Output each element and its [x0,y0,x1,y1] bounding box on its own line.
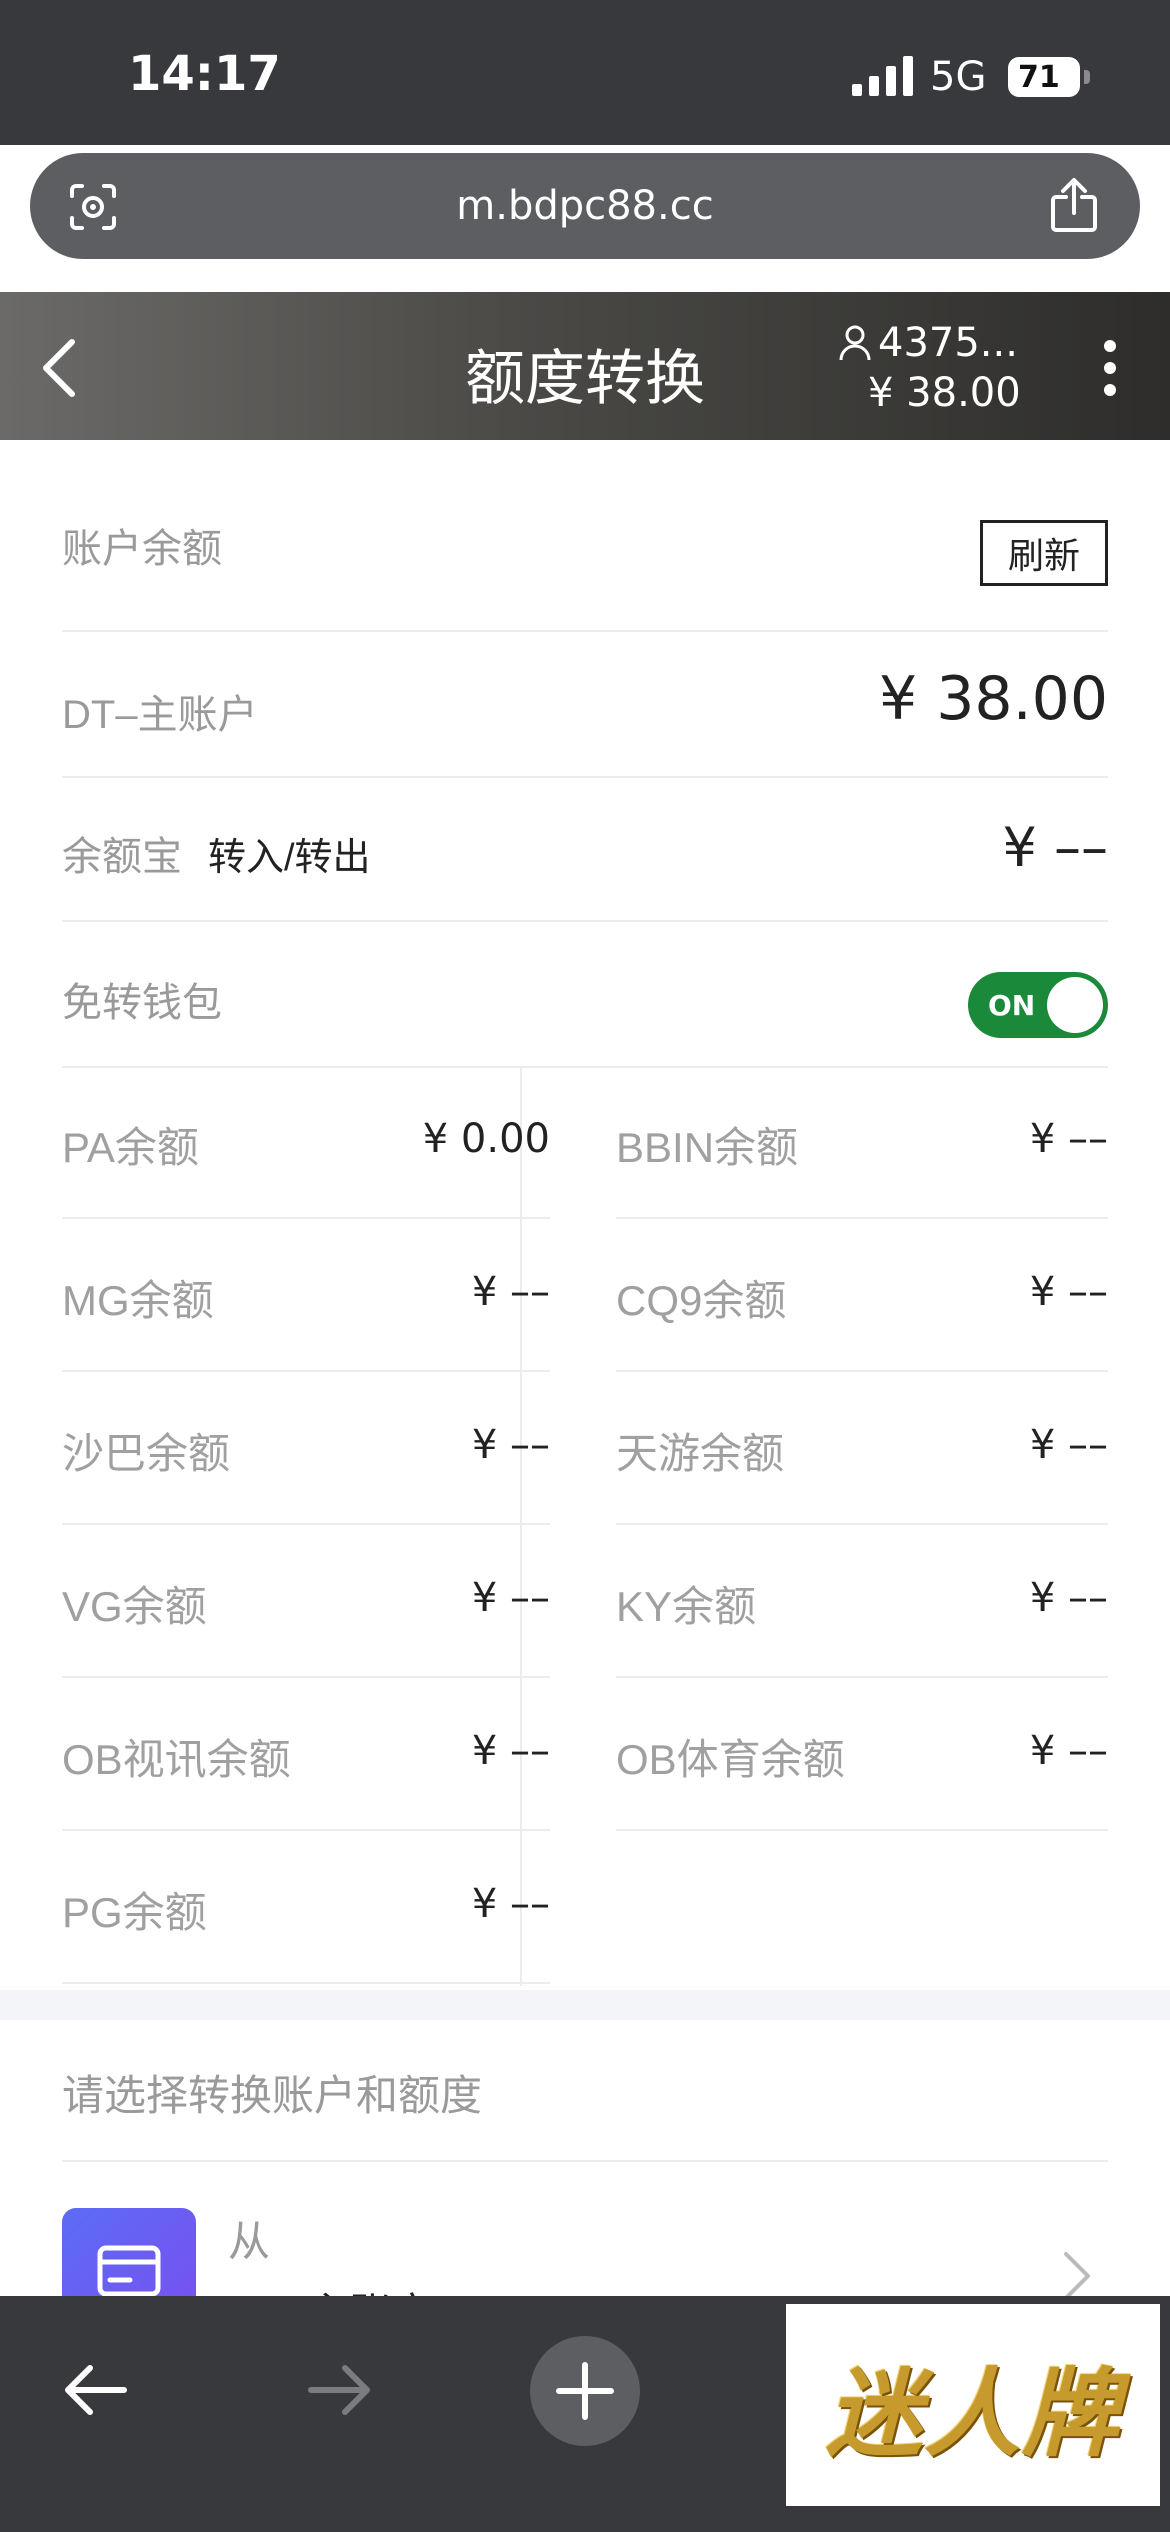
platform-label: BBIN余额 [616,1124,799,1171]
more-icon[interactable] [1100,336,1120,400]
app-header: 额度转换 4375... ¥ 38.00 [0,292,1170,440]
platform-cell: 沙巴余额 ¥ –– [62,1372,550,1525]
platform-cell: VG余额 ¥ –– [62,1525,550,1678]
platform-cell: KY余额 ¥ –– [616,1525,1108,1678]
platform-label: 天游余额 [616,1430,785,1477]
plus-icon [556,2362,614,2420]
platform-label: OB视讯余额 [62,1736,291,1783]
yuebao-transfer-link[interactable]: 转入/转出 [208,826,371,881]
new-tab-button[interactable] [530,2336,640,2446]
platform-cell: MG余额 ¥ –– [62,1219,550,1372]
share-icon[interactable] [1048,177,1100,235]
platform-label: PG余额 [62,1889,207,1936]
platform-label: CQ9余额 [616,1277,787,1324]
section-gap [0,1990,1170,2020]
platform-value: ¥ –– [1029,1728,1108,1774]
free-wallet-row: 免转钱包 ON [62,922,1108,1068]
section-divider [62,2160,1108,2162]
platform-cell: BBIN余额 ¥ –– [616,1066,1108,1219]
battery-icon: 71 [1008,57,1080,97]
platform-value: ¥ –– [471,1728,550,1774]
main-account-value: ¥ 38.00 [878,664,1108,734]
chevron-right-icon[interactable] [1062,2250,1092,2302]
user-icon [839,325,871,361]
from-label: 从 [228,2218,271,2265]
url-text[interactable]: m.bdpc88.cc [30,183,1140,229]
platform-cell: 天游余额 ¥ –– [616,1372,1108,1525]
toggle-knob [1047,977,1103,1033]
platform-value: ¥ –– [1029,1116,1108,1162]
card-icon [97,2245,161,2297]
free-wallet-label: 免转钱包 [62,981,222,1025]
main-account-row: DT–主账户 ¥ 38.00 [62,632,1108,778]
platform-label: PA余额 [62,1124,199,1171]
refresh-button[interactable]: 刷新 [980,520,1108,586]
user-id: 4375... [878,320,1018,366]
platform-cell: OB体育余额 ¥ –– [616,1678,1108,1831]
transfer-section-title: 请选择转换账户和额度 [62,2072,483,2119]
status-time: 14:17 [128,46,281,102]
platform-cell: CQ9余额 ¥ –– [616,1219,1108,1372]
yuebao-value: ¥ –– [1002,816,1108,879]
platform-value: ¥ –– [471,1422,550,1468]
arrow-left-icon[interactable] [60,2360,130,2420]
battery-level: 71 [1018,59,1060,95]
signal-icon [852,56,913,96]
platform-value: ¥ –– [1029,1269,1108,1315]
yuebao-row: 余额宝 转入/转出 ¥ –– [62,778,1108,922]
watermark-logo: 迷人牌 [786,2304,1160,2506]
status-bar: 14:17 5G 71 [0,0,1170,145]
yuebao-label: 余额宝 [62,835,182,879]
platform-value: ¥ –– [1029,1575,1108,1621]
platform-value: ¥ 0.00 [422,1116,550,1162]
platform-label: MG余额 [62,1277,214,1324]
user-info[interactable]: 4375... ¥ 38.00 [838,320,1038,416]
platform-value: ¥ –– [1029,1422,1108,1468]
account-balance-label: 账户余额 [62,527,222,571]
platform-value: ¥ –– [471,1575,550,1621]
free-wallet-toggle[interactable]: ON [968,972,1108,1038]
platform-label: VG余额 [62,1583,207,1630]
network-type: 5G [930,54,987,100]
toggle-state: ON [988,989,1036,1022]
platform-value: ¥ –– [471,1269,550,1315]
platform-label: 沙巴余额 [62,1430,231,1477]
platform-label: KY余额 [616,1583,757,1630]
watermark-text: 迷人牌 [826,2356,1120,2470]
battery-cap [1084,70,1090,84]
platform-cell: PA余额 ¥ 0.00 [62,1066,550,1219]
header-balance: ¥ 38.00 [868,370,1021,416]
account-balance-row: 账户余额 刷新 [62,440,1108,632]
address-bar[interactable]: m.bdpc88.cc [30,153,1140,259]
platform-cell: PG余额 ¥ –– [62,1831,550,1984]
main-account-label: DT–主账户 [62,693,258,737]
arrow-right-icon[interactable] [305,2360,375,2420]
platform-value: ¥ –– [471,1881,550,1927]
platform-label: OB体育余额 [616,1736,845,1783]
platform-cell: OB视讯余额 ¥ –– [62,1678,550,1831]
